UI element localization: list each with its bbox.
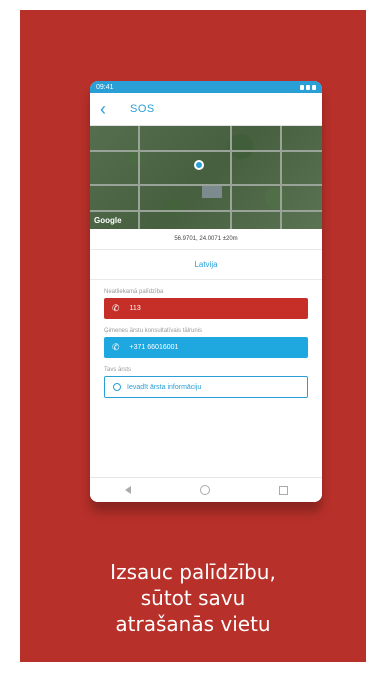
caption-line: sūtot savu <box>140 586 246 610</box>
caption-line: Izsauc palīdzību, <box>110 560 276 584</box>
consultation-label: Ģimenes ārstu konsultatīvais tālrunis <box>104 328 203 334</box>
caption-line: atrašanās vietu <box>115 612 271 636</box>
app-bar: ‹ SOS <box>90 93 322 126</box>
status-icons <box>300 84 316 90</box>
chevron-left-icon[interactable]: ‹ <box>100 100 130 118</box>
phone-icon: ✆ <box>112 342 120 352</box>
info-icon <box>113 383 121 391</box>
location-pin-icon <box>194 160 204 170</box>
consultation-call-button[interactable]: ✆ +371 66016001 <box>104 337 308 358</box>
android-nav-bar <box>90 477 322 502</box>
status-time: 09:41 <box>96 83 114 91</box>
promo-caption: Izsauc palīdzību, sūtot savu atrašanās v… <box>20 559 366 637</box>
nav-recent-icon[interactable] <box>278 485 288 495</box>
doctor-info-button-label: Ievadīt ārsta informāciju <box>127 383 202 391</box>
map-road <box>90 210 322 212</box>
nav-home-icon[interactable] <box>199 485 210 495</box>
doctor-info-button[interactable]: Ievadīt ārsta informāciju <box>104 376 308 398</box>
phone-mockup: 09:41 ‹ SOS Google 56.9701, 24.0071 ±20m… <box>90 81 322 502</box>
emergency-label: Neatliekamā palīdzība <box>104 289 164 295</box>
battery-icon <box>312 84 316 90</box>
map-road <box>90 150 322 152</box>
page-title: SOS <box>130 103 155 115</box>
country-selector[interactable]: Latvija <box>90 250 322 280</box>
map-road <box>280 126 282 229</box>
signal-icon <box>306 84 310 90</box>
map-road <box>230 126 232 229</box>
map-watermark: Google <box>94 216 122 225</box>
phone-icon: ✆ <box>112 303 120 313</box>
status-bar: 09:41 <box>90 81 322 93</box>
doctor-label: Tavs ārsts <box>104 367 132 373</box>
nav-back-icon[interactable] <box>124 486 131 494</box>
map-view[interactable]: Google <box>90 126 322 229</box>
map-building <box>202 186 222 198</box>
emergency-call-button[interactable]: ✆ 113 <box>104 298 308 319</box>
wifi-icon <box>300 84 304 90</box>
consultation-number: +371 66016001 <box>129 344 179 351</box>
map-road <box>138 126 140 229</box>
coordinates-readout: 56.9701, 24.0071 ±20m <box>90 229 322 250</box>
emergency-number: 113 <box>129 305 141 312</box>
